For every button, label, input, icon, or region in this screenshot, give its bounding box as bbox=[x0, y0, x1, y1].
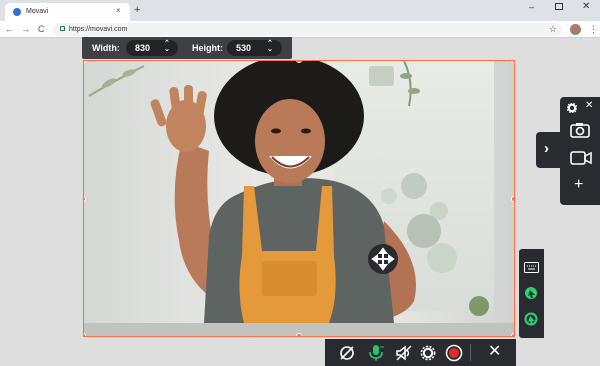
video-camera-icon[interactable] bbox=[570, 151, 592, 165]
recording-toolbar: ✕ bbox=[325, 339, 516, 366]
browser-tab[interactable]: Movavi × bbox=[5, 3, 130, 21]
width-label: Width: bbox=[92, 43, 120, 53]
bookmark-star-icon[interactable]: ☆ bbox=[549, 23, 557, 35]
address-bar-url[interactable]: https://movavi.com bbox=[69, 24, 127, 35]
close-panel-icon[interactable]: ✕ bbox=[585, 100, 593, 112]
gear-icon[interactable] bbox=[567, 103, 577, 113]
height-label: Height: bbox=[192, 43, 223, 53]
resize-handle-bottom[interactable] bbox=[296, 333, 302, 336]
secure-lock-icon bbox=[60, 26, 65, 31]
window-minimize-button[interactable]: – bbox=[529, 2, 534, 12]
width-value[interactable]: 830 bbox=[135, 43, 150, 53]
width-stepper-down-icon[interactable]: ⌄ bbox=[164, 46, 170, 54]
address-bar[interactable]: https://movavi.com ☆ bbox=[53, 23, 562, 36]
webcam-off-icon[interactable] bbox=[339, 345, 355, 361]
photo-scene bbox=[84, 61, 514, 336]
capture-size-panel: Width: 830 ⌃ ⌄ Height: 530 ⌃ ⌄ bbox=[82, 37, 292, 59]
reload-button[interactable]: C bbox=[38, 23, 45, 35]
close-recorder-button[interactable]: ✕ bbox=[488, 343, 501, 361]
speaker-off-icon[interactable] bbox=[395, 344, 413, 362]
new-tab-button[interactable]: + bbox=[134, 4, 140, 16]
height-input[interactable]: 530 ⌃ ⌄ bbox=[227, 40, 282, 56]
tab-title: Movavi bbox=[26, 8, 49, 15]
height-stepper-down-icon[interactable]: ⌄ bbox=[267, 46, 273, 54]
resize-handle-bottom-left[interactable] bbox=[84, 333, 86, 336]
camera-icon[interactable] bbox=[570, 122, 590, 138]
browser-menu-button[interactable]: ⋮ bbox=[589, 23, 598, 35]
mouse-click-icon[interactable] bbox=[524, 286, 539, 301]
record-button[interactable] bbox=[445, 344, 463, 362]
browser-toolbar: ← → C https://movavi.com ☆ ⋮ bbox=[0, 21, 600, 38]
capture-area[interactable] bbox=[83, 60, 515, 337]
microphone-icon[interactable] bbox=[367, 344, 385, 362]
expand-panel-button[interactable]: › bbox=[536, 132, 562, 168]
resize-handle-bottom-right[interactable] bbox=[511, 333, 514, 336]
window-close-button[interactable]: ✕ bbox=[582, 1, 590, 12]
capture-control-panel: ✕ + bbox=[560, 97, 600, 205]
plant-right bbox=[400, 61, 420, 107]
move-arrows-icon bbox=[371, 247, 395, 271]
gear-icon[interactable] bbox=[420, 345, 436, 361]
plant-left bbox=[88, 65, 145, 97]
tab-close-button[interactable]: × bbox=[116, 5, 121, 17]
profile-avatar[interactable] bbox=[570, 24, 581, 35]
webpage-photo bbox=[84, 61, 514, 336]
resize-handle-top-right[interactable] bbox=[511, 61, 514, 63]
chevron-right-icon: › bbox=[544, 140, 549, 157]
height-value[interactable]: 530 bbox=[236, 43, 251, 53]
browser-tab-strip: Movavi × + – ✕ bbox=[0, 0, 600, 21]
cursor-highlight-icon[interactable] bbox=[524, 312, 539, 327]
resize-handle-right[interactable] bbox=[511, 196, 514, 202]
effects-panel bbox=[519, 249, 544, 338]
toolbar-divider bbox=[470, 344, 471, 361]
back-button[interactable]: ← bbox=[5, 23, 14, 35]
window-maximize-button[interactable] bbox=[555, 3, 563, 10]
forward-button[interactable]: → bbox=[21, 23, 30, 35]
movavi-favicon-icon bbox=[13, 8, 21, 16]
add-icon[interactable]: + bbox=[574, 177, 583, 193]
keyboard-icon[interactable] bbox=[524, 262, 539, 273]
move-capture-area-button[interactable] bbox=[368, 244, 398, 274]
width-input[interactable]: 830 ⌃ ⌄ bbox=[126, 40, 178, 56]
